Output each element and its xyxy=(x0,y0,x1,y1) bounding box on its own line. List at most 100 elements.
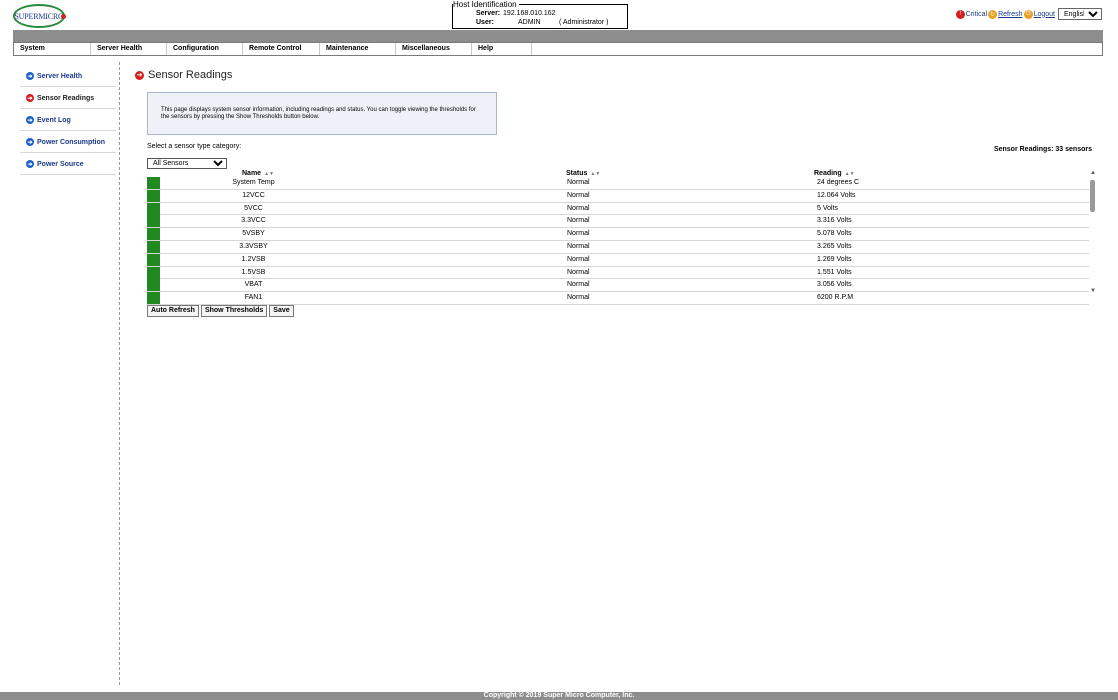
save-button[interactable]: Save xyxy=(269,305,294,317)
supermicro-logo[interactable]: SUPERMICRO xyxy=(13,4,66,28)
sensor-status: Normal xyxy=(567,281,590,289)
logo-dot-icon xyxy=(61,14,66,19)
menu-server-health[interactable]: Server Health xyxy=(91,43,167,55)
sidebar-item-sensor-readings[interactable]: ➔ Sensor Readings xyxy=(20,88,116,109)
info-box: This page displays system sensor informa… xyxy=(147,92,497,135)
menu-maintenance[interactable]: Maintenance xyxy=(320,43,396,55)
sidebar-item-power-consumption[interactable]: ➔ Power Consumption xyxy=(20,132,116,153)
status-indicator xyxy=(147,266,160,279)
header-grey-bar xyxy=(13,30,1103,42)
header: SUPERMICRO Host Identification Server: 1… xyxy=(0,0,1118,30)
footer: Copyright © 2019 Super Micro Computer, I… xyxy=(0,692,1118,700)
table-body: System Temp Normal 24 degrees C 12VCC Normal… xyxy=(147,177,1089,305)
status-indicator xyxy=(147,292,160,305)
top-links: ! Critical ↻ Refresh ⏻ Logout English xyxy=(955,8,1102,20)
copyright-text: Copyright © 2019 Super Micro Computer, I… xyxy=(483,692,635,699)
server-value: 192.168.010.162 xyxy=(503,10,556,17)
arrow-right-icon: ➔ xyxy=(26,116,34,124)
column-header-reading[interactable]: Reading ▲▼ xyxy=(814,170,855,177)
action-buttons: Auto Refresh Show Thresholds Save xyxy=(147,305,296,317)
info-text: This page displays system sensor informa… xyxy=(161,107,476,120)
arrow-right-icon: ➔ xyxy=(26,94,34,102)
sensor-reading: 3.316 Volts xyxy=(817,217,852,225)
sidebar: ➔ Server Health ➔ Sensor Readings ➔ Even… xyxy=(20,66,116,176)
status-indicator xyxy=(147,177,160,189)
language-select[interactable]: English xyxy=(1058,8,1102,20)
menu-help[interactable]: Help xyxy=(472,43,532,55)
arrow-right-icon: ➔ xyxy=(26,160,34,168)
refresh-link[interactable]: Refresh xyxy=(998,11,1023,18)
sensor-category-select[interactable]: All Sensors xyxy=(147,158,227,169)
table-row: 12VCC Normal 12.064 Volts xyxy=(147,189,1089,203)
sensor-reading: 12.064 Volts xyxy=(817,191,856,199)
page-title-area: ➔ Sensor Readings xyxy=(135,69,232,81)
menu-miscellaneous[interactable]: Miscellaneous xyxy=(396,43,472,55)
sidebar-item-label: Event Log xyxy=(37,116,71,124)
page-title: Sensor Readings xyxy=(148,69,233,81)
sensor-reading: 3.265 Volts xyxy=(817,242,852,250)
status-indicator xyxy=(147,189,160,202)
host-identification-box: Host Identification Server: 192.168.010.… xyxy=(452,0,628,29)
status-indicator xyxy=(147,202,160,215)
table-header: Name ▲▼ Status ▲▼ Reading ▲▼ xyxy=(147,170,1089,177)
sidebar-divider xyxy=(119,62,120,685)
sensor-name: 1.5VSB xyxy=(241,268,266,276)
auto-refresh-button[interactable]: Auto Refresh xyxy=(147,305,199,317)
menu-system[interactable]: System xyxy=(14,43,91,55)
menu-remote-control[interactable]: Remote Control xyxy=(243,43,320,55)
sensor-status: Normal xyxy=(567,191,590,199)
sensor-status: Normal xyxy=(567,230,590,238)
sidebar-item-power-source[interactable]: ➔ Power Source xyxy=(20,154,116,175)
main-menu: System Server Health Configuration Remot… xyxy=(13,42,1103,56)
sensor-status: Normal xyxy=(567,179,590,186)
sensor-name: VBAT xyxy=(244,281,263,289)
table-row: 1.5VSB Normal 1.551 Volts xyxy=(147,266,1089,280)
table-row: 3.3VSBY Normal 3.265 Volts xyxy=(147,240,1089,254)
sidebar-item-server-health[interactable]: ➔ Server Health xyxy=(20,66,116,87)
sensor-status: Normal xyxy=(567,255,590,263)
scroll-thumb[interactable] xyxy=(1090,180,1095,212)
status-indicator xyxy=(147,228,160,241)
logout-link[interactable]: Logout xyxy=(1034,11,1055,18)
arrow-right-icon: ➔ xyxy=(135,70,144,80)
table-row: 3.3VCC Normal 3.316 Volts xyxy=(147,215,1089,229)
sidebar-item-label: Power Consumption xyxy=(37,138,106,146)
scroll-down-icon[interactable]: ▼ xyxy=(1090,288,1096,294)
user-value: ADMIN xyxy=(518,19,541,26)
sensor-name: 1.2VSB xyxy=(241,255,266,263)
show-thresholds-button[interactable]: Show Thresholds xyxy=(200,305,268,317)
sensor-name: FAN1 xyxy=(244,294,263,302)
logout-icon[interactable]: ⏻ xyxy=(1023,9,1033,19)
column-header-status[interactable]: Status ▲▼ xyxy=(566,170,600,177)
sensor-name: 12VCC xyxy=(242,191,265,199)
critical-link[interactable]: Critical xyxy=(966,11,987,18)
refresh-icon[interactable]: ↻ xyxy=(988,9,998,19)
sensor-status: Normal xyxy=(567,217,590,225)
sidebar-item-event-log[interactable]: ➔ Event Log xyxy=(20,110,116,131)
sensor-table: Name ▲▼ Status ▲▼ Reading ▲▼ System Temp Nor… xyxy=(147,170,1089,305)
status-indicator xyxy=(147,253,160,266)
column-header-name[interactable]: Name ▲▼ xyxy=(242,170,274,177)
sensor-status: Normal xyxy=(567,204,590,212)
sensor-name: 5VSBY xyxy=(242,230,265,238)
status-indicator xyxy=(147,215,160,228)
column-header-label: Reading xyxy=(814,170,842,177)
table-row: FAN1 Normal 6200 R.P.M xyxy=(147,292,1089,305)
table-row: 5VCC Normal 5 Volts xyxy=(147,202,1089,216)
sensor-status: Normal xyxy=(567,268,590,276)
table-row: VBAT Normal 3.056 Volts xyxy=(147,279,1089,293)
sensor-reading: 1.551 Volts xyxy=(817,268,852,276)
user-role: ( Administrator ) xyxy=(559,19,609,26)
table-scrollbar[interactable]: ▲ ▼ xyxy=(1089,170,1097,294)
critical-icon[interactable]: ! xyxy=(955,9,965,19)
sensor-reading: 24 degrees C xyxy=(817,179,860,186)
status-indicator xyxy=(147,240,160,253)
column-header-label: Status xyxy=(566,170,588,177)
menu-configuration[interactable]: Configuration xyxy=(167,43,243,55)
category-select-label: Select a sensor type category: xyxy=(147,143,242,150)
sidebar-item-label: Power Source xyxy=(37,160,84,168)
sensor-reading: 6200 R.P.M xyxy=(817,294,854,302)
arrow-right-icon: ➔ xyxy=(26,72,34,80)
sensor-name: 3.3VCC xyxy=(241,217,266,225)
scroll-up-icon[interactable]: ▲ xyxy=(1090,170,1096,176)
